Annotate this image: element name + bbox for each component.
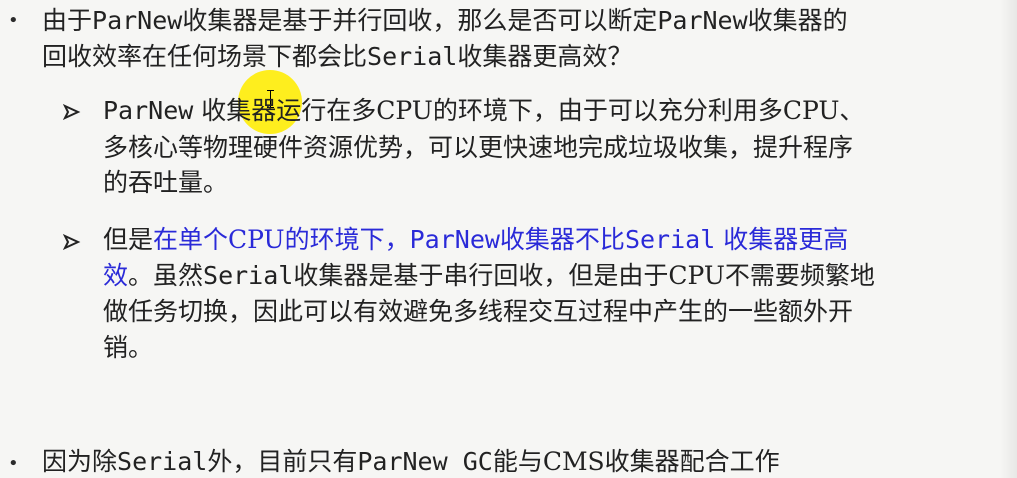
question-bullet: • <box>8 10 19 31</box>
right-arrow-icon <box>63 103 81 121</box>
subpoint-2-line-4: 销。 <box>103 333 154 362</box>
slide-page: • 由于ParNew收集器是基于并行回收，那么是否可以断定ParNew收集器的 … <box>0 0 1017 478</box>
question-line-2: 回收效率在任何场景下都会比Serial收集器更高效？ <box>42 42 633 71</box>
final-bullet: • <box>8 453 19 474</box>
subpoint-2-line-2: 效。虽然Serial收集器是基于串行回收，但是由于CPU不需要频繁地 <box>103 261 875 290</box>
subpoint-2-line-1: 但是在单个CPU的环境下，ParNew收集器不比Serial 收集器更高 <box>103 225 849 254</box>
subpoint-1-line-2: 多核心等物理硬件资源优势，可以更快速地完成垃圾收集，提升程序 <box>103 133 854 162</box>
subpoint-2-line-3: 做任务切换，因此可以有效避免多线程交互过程中产生的一些额外开 <box>103 297 854 326</box>
right-edge-shadow <box>1000 0 1017 478</box>
subpoint-1-line-1: ParNew 收集器运行在多CPU的环境下，由于可以充分利用多CPU、 <box>103 96 865 125</box>
question-line-1: 由于ParNew收集器是基于并行回收，那么是否可以断定ParNew收集器的 <box>42 6 848 35</box>
right-arrow-icon <box>63 233 81 251</box>
subpoint-1-line-3: 的吞吐量。 <box>103 168 229 197</box>
final-bullet-text: 因为除Serial外，目前只有ParNew GC能与CMS收集器配合工作 <box>42 447 780 476</box>
